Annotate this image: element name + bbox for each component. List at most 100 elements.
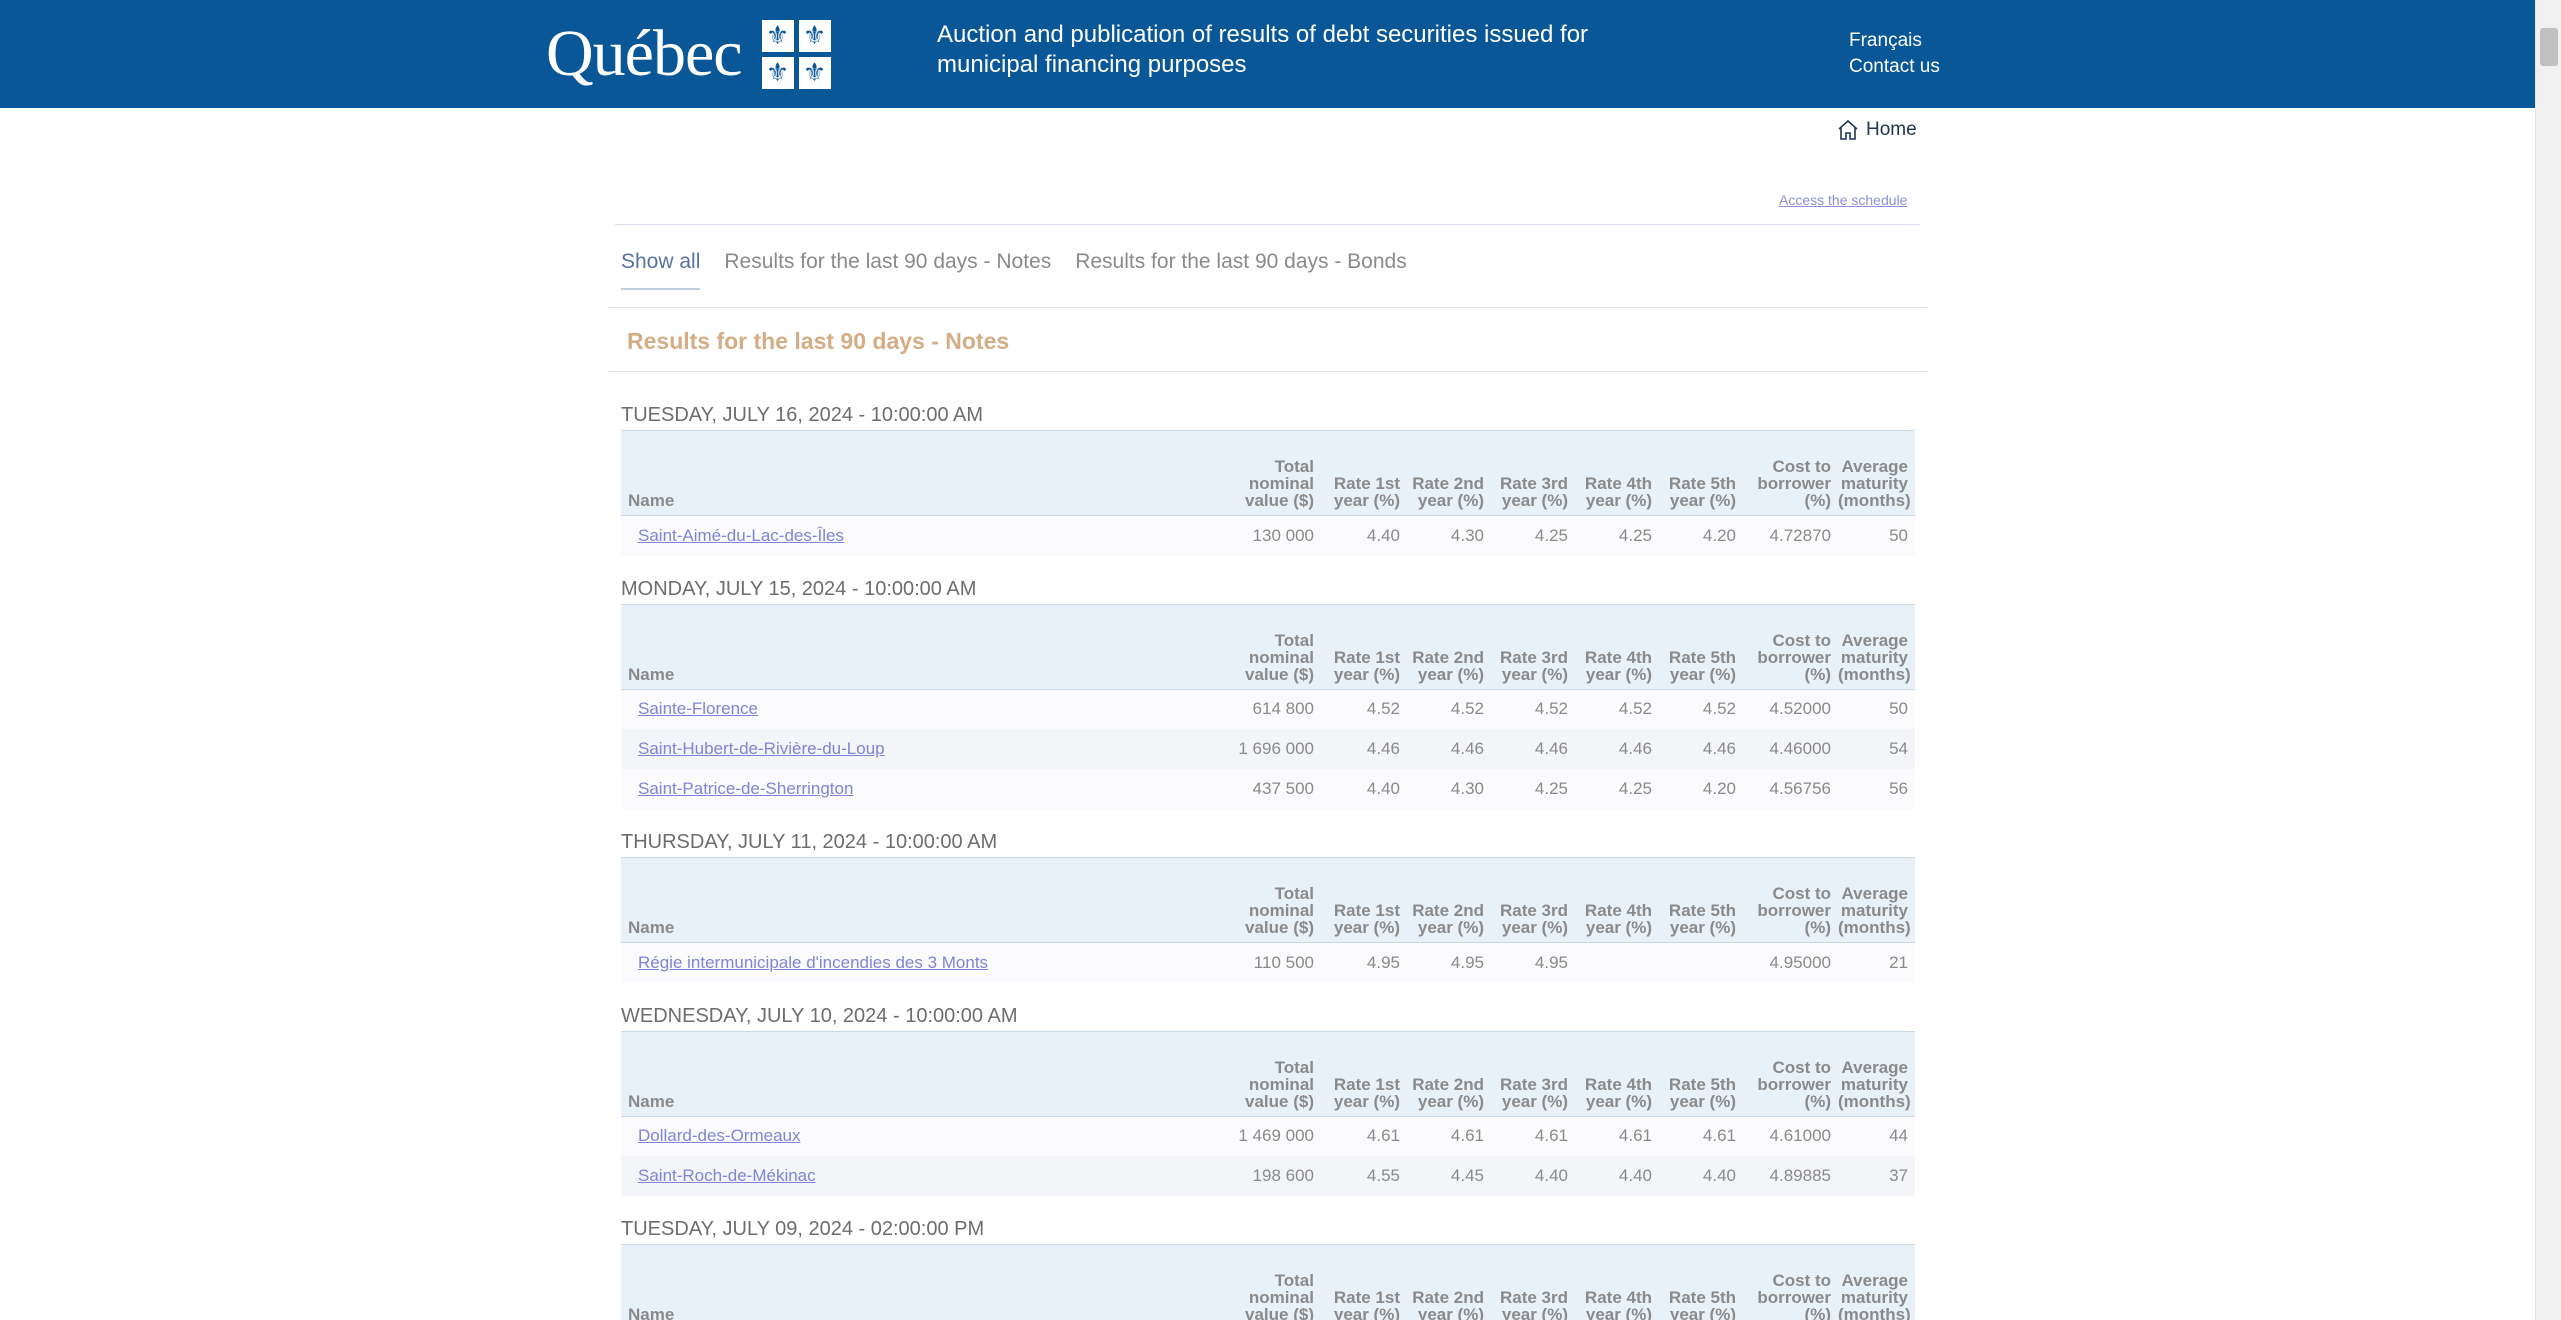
column-header-rate3[interactable]: Rate 3rd year (%): [1491, 604, 1575, 689]
column-header-rate3[interactable]: Rate 3rd year (%): [1491, 858, 1575, 943]
tab-show-all[interactable]: Show all: [621, 250, 701, 290]
cell-name: Régie intermunicipale d'incendies des 3 …: [621, 943, 1211, 983]
cell-rate1: 4.46: [1366, 739, 1400, 758]
language-link[interactable]: Français: [1849, 28, 1940, 54]
schedule-link[interactable]: Access the schedule: [1779, 192, 1907, 208]
column-header-total[interactable]: Total nominal value ($): [1211, 858, 1321, 943]
municipality-link[interactable]: Sainte-Florence: [638, 699, 758, 718]
column-header-rate5[interactable]: Rate 5th year (%): [1659, 1245, 1743, 1320]
cell-rate5: 4.61: [1702, 1126, 1736, 1146]
municipality-link[interactable]: Saint-Patrice-de-Sherrington: [638, 779, 853, 798]
divider: [609, 371, 1927, 372]
results-table: Name Total nominal value ($) Rate 1st year…: [621, 430, 1915, 556]
column-header-rate1[interactable]: Rate 1st year (%): [1321, 431, 1407, 516]
column-header-total[interactable]: Total nominal value ($): [1211, 604, 1321, 689]
column-header-cost[interactable]: Cost to borrower (%): [1743, 604, 1838, 689]
column-header-rate1[interactable]: Rate 1st year (%): [1321, 604, 1407, 689]
column-header-rate1[interactable]: Rate 1st year (%): [1321, 1031, 1407, 1116]
municipality-link[interactable]: Dollard-des-Ormeaux: [638, 1126, 801, 1145]
column-header-maturity[interactable]: Average maturity (months): [1838, 1031, 1915, 1116]
cell-name: Sainte-Florence: [621, 689, 1211, 729]
home-link[interactable]: Home: [1836, 118, 1917, 142]
cell-rate1: 4.40: [1366, 525, 1400, 545]
column-header-total[interactable]: Total nominal value ($): [1211, 1245, 1321, 1320]
column-header-name[interactable]: Name: [621, 1245, 1211, 1320]
cell-rate5: [1659, 943, 1743, 983]
column-header-cost[interactable]: Cost to borrower (%): [1743, 858, 1838, 943]
column-header-rate2[interactable]: Rate 2nd year (%): [1407, 1031, 1491, 1116]
cell-total: 110 500: [1253, 952, 1314, 972]
column-header-cost[interactable]: Cost to borrower (%): [1743, 431, 1838, 516]
column-header-maturity[interactable]: Average maturity (months): [1838, 858, 1915, 943]
cell-rate5: 4.20: [1702, 525, 1736, 545]
contact-link[interactable]: Contact us: [1849, 54, 1940, 80]
column-header-rate2[interactable]: Rate 2nd year (%): [1407, 604, 1491, 689]
municipality-link[interactable]: Régie intermunicipale d'incendies des 3 …: [638, 953, 988, 972]
tab-notes[interactable]: Results for the last 90 days - Notes: [724, 250, 1051, 290]
column-header-rate3[interactable]: Rate 3rd year (%): [1491, 1245, 1575, 1320]
column-header-name[interactable]: Name: [621, 604, 1211, 689]
column-header-rate2[interactable]: Rate 2nd year (%): [1407, 431, 1491, 516]
header-links: Français Contact us: [1849, 28, 1940, 80]
column-header-rate1[interactable]: Rate 1st year (%): [1321, 858, 1407, 943]
column-header-maturity[interactable]: Average maturity (months): [1838, 604, 1915, 689]
cell-rate1: 4.40: [1366, 779, 1400, 798]
column-header-rate2[interactable]: Rate 2nd year (%): [1407, 858, 1491, 943]
cell-total: 437 500: [1252, 779, 1314, 798]
column-header-rate3[interactable]: Rate 3rd year (%): [1491, 431, 1575, 516]
municipality-link[interactable]: Saint-Hubert-de-Rivière-du-Loup: [638, 739, 885, 758]
auction-date: WEDNESDAY, JULY 10, 2024 - 10:00:00 AM: [621, 1004, 1018, 1027]
municipality-link[interactable]: Saint-Aimé-du-Lac-des-Îles: [638, 526, 844, 545]
table-row: Saint-Patrice-de-Sherrington 437 500 4.40 4…: [621, 769, 1915, 809]
column-header-rate4[interactable]: Rate 4th year (%): [1575, 604, 1659, 689]
scrollbar-thumb[interactable]: [2540, 28, 2558, 66]
column-header-rate5[interactable]: Rate 5th year (%): [1659, 858, 1743, 943]
table-header-row: Name Total nominal value ($) Rate 1st year…: [621, 604, 1915, 689]
auction-group: WEDNESDAY, JULY 10, 2024 - 10:00:00 AM Na…: [621, 1001, 1915, 1215]
cell-name: Dollard-des-Ormeaux: [621, 1116, 1211, 1156]
auction-date: TUESDAY, JULY 09, 2024 - 02:00:00 PM: [621, 1218, 985, 1240]
auction-date: TUESDAY, JULY 16, 2024 - 10:00:00 AM: [621, 404, 984, 426]
column-header-rate1[interactable]: Rate 1st year (%): [1321, 1245, 1407, 1320]
home-icon: [1838, 119, 1858, 140]
column-header-cost[interactable]: Cost to borrower (%): [1743, 1031, 1838, 1116]
column-header-maturity[interactable]: Average maturity (months): [1838, 431, 1915, 516]
table-header-row: Name Total nominal value ($) Rate 1st year…: [621, 430, 1915, 516]
column-header-cost[interactable]: Cost to borrower (%): [1743, 1245, 1838, 1320]
column-header-total[interactable]: Total nominal value ($): [1211, 431, 1321, 516]
vertical-scrollbar[interactable]: [2535, 0, 2561, 1320]
cell-cost: 4.46000: [1769, 739, 1831, 758]
table-row: Sainte-Florence 614 800 4.52 4.52 4.52 4.52 4.…: [621, 689, 1915, 729]
column-header-maturity[interactable]: Average maturity (months): [1838, 1245, 1915, 1320]
column-header-rate3[interactable]: Rate 3rd year (%): [1491, 1031, 1575, 1116]
column-header-rate5[interactable]: Rate 5th year (%): [1659, 604, 1743, 689]
column-header-name[interactable]: Name: [621, 431, 1211, 516]
column-header-name[interactable]: Name: [621, 858, 1211, 943]
quebec-logo[interactable]: Québec ⚜ ⚜ ⚜ ⚜: [546, 18, 831, 90]
column-header-rate5[interactable]: Rate 5th year (%): [1659, 1031, 1743, 1116]
cell-name: Saint-Roch-de-Mékinac: [621, 1156, 1211, 1196]
cell-total: 1 469 000: [1238, 1126, 1314, 1146]
cell-cost: 4.56756: [1769, 779, 1831, 798]
cell-rate4: 4.25: [1618, 779, 1652, 798]
column-header-rate4[interactable]: Rate 4th year (%): [1575, 1245, 1659, 1320]
tab-bonds[interactable]: Results for the last 90 days - Bonds: [1075, 250, 1407, 290]
cell-rate2: 4.61: [1450, 1126, 1484, 1146]
column-header-rate4[interactable]: Rate 4th year (%): [1575, 431, 1659, 516]
cell-rate3: 4.40: [1534, 1166, 1568, 1185]
cell-maturity: 56: [1889, 779, 1908, 798]
municipality-link[interactable]: Saint-Roch-de-Mékinac: [638, 1166, 816, 1185]
column-header-total[interactable]: Total nominal value ($): [1211, 1031, 1321, 1116]
results-tabs: Show all Results for the last 90 days - …: [621, 250, 1431, 290]
column-header-rate2[interactable]: Rate 2nd year (%): [1407, 1245, 1491, 1320]
column-header-rate5[interactable]: Rate 5th year (%): [1659, 431, 1743, 516]
table-header-row: Name Total nominal value ($) Rate 1st year…: [621, 1031, 1915, 1116]
auction-group: TUESDAY, JULY 09, 2024 - 02:00:00 PM Name…: [621, 1214, 1915, 1320]
cell-maturity: 50: [1889, 699, 1908, 719]
divider: [609, 307, 1927, 308]
column-header-rate4[interactable]: Rate 4th year (%): [1575, 858, 1659, 943]
column-header-name[interactable]: Name: [621, 1031, 1211, 1116]
column-header-rate4[interactable]: Rate 4th year (%): [1575, 1031, 1659, 1116]
